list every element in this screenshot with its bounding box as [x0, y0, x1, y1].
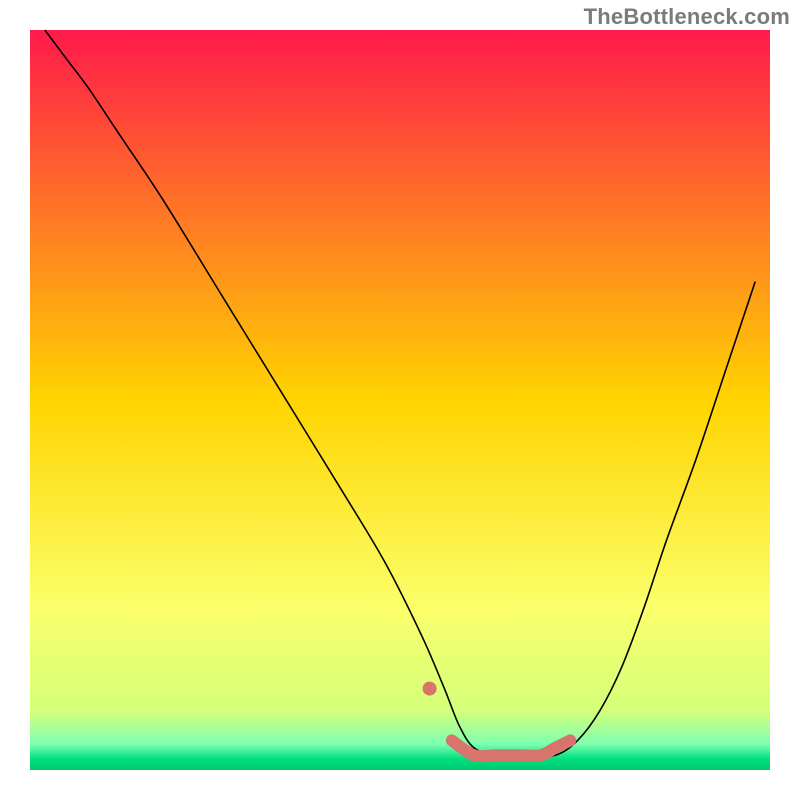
plot-svg	[0, 0, 800, 800]
chart-canvas: TheBottleneck.com	[0, 0, 800, 800]
watermark-text: TheBottleneck.com	[584, 4, 790, 30]
gradient-panel	[30, 30, 770, 770]
highlight-dot	[423, 682, 437, 696]
